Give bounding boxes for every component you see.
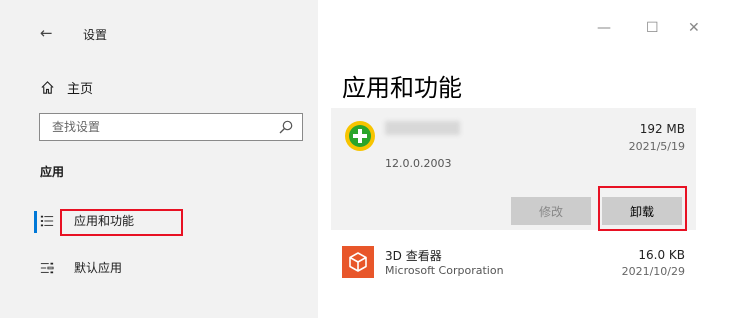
- app-date: 2021/5/19: [628, 140, 685, 153]
- app-version: 12.0.0.2003: [385, 157, 452, 170]
- window-title: 设置: [83, 28, 108, 42]
- maximize-icon[interactable]: ☐: [646, 20, 659, 36]
- highlight-box: [598, 186, 687, 231]
- close-icon[interactable]: ✕: [688, 20, 700, 36]
- sidebar-item-label: 主页: [67, 82, 94, 97]
- back-arrow-icon[interactable]: ←: [40, 24, 53, 42]
- green-plus-shield-icon: [345, 121, 375, 151]
- app-size: 192 MB: [639, 122, 685, 136]
- settings-sidebar: ← 设置 主页 应用 应用和功能 默认应用: [0, 0, 318, 318]
- home-icon: [41, 81, 54, 94]
- 3d-viewer-icon: [342, 246, 374, 278]
- minimize-icon[interactable]: —: [597, 20, 611, 36]
- modify-button[interactable]: 修改: [511, 197, 591, 225]
- default-apps-icon: [40, 262, 54, 273]
- active-indicator: [34, 211, 37, 233]
- search-input[interactable]: [40, 119, 278, 135]
- page-title: 应用和功能: [342, 74, 462, 102]
- sidebar-item-label: 默认应用: [74, 261, 123, 275]
- app-name: 3D 查看器: [385, 249, 442, 263]
- sidebar-item-home[interactable]: 主页: [40, 78, 93, 97]
- section-title: 应用: [40, 165, 65, 179]
- app-date: 2021/10/29: [621, 265, 685, 278]
- search-icon[interactable]: [278, 119, 294, 135]
- highlight-box: [60, 209, 183, 236]
- app-name-blurred: [385, 121, 460, 135]
- search-box[interactable]: [39, 113, 303, 141]
- app-size: 16.0 KB: [638, 248, 685, 262]
- app-publisher: Microsoft Corporation: [385, 264, 504, 277]
- sidebar-item-default-apps[interactable]: 默认应用: [40, 259, 122, 276]
- apps-list-icon: [40, 215, 54, 226]
